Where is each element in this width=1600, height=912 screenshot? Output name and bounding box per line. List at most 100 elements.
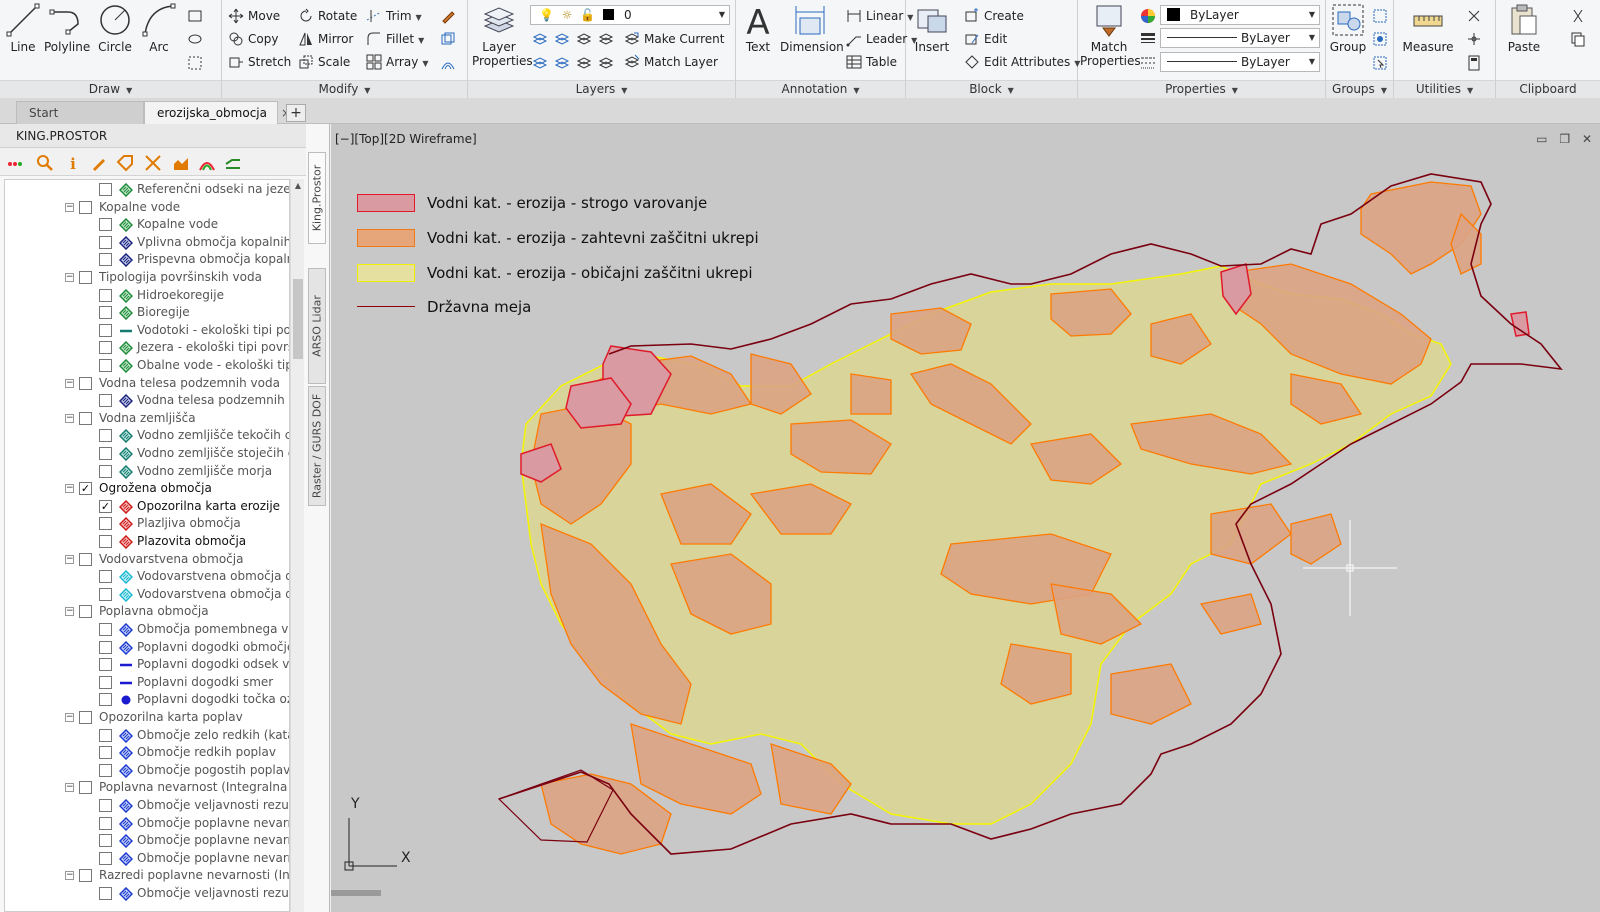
layer-checkbox[interactable] [99,658,112,672]
tree-layer[interactable]: Plazovita območja [5,533,289,551]
profile-icon[interactable] [224,154,242,172]
layer-checkbox[interactable] [99,183,112,196]
match-properties-button[interactable]: Match Properties [1080,2,1141,68]
layer-checkbox[interactable] [99,746,112,760]
layer-merge-icon[interactable] [598,55,614,71]
layer-checkbox[interactable] [79,605,92,619]
mirror-button[interactable]: Mirror [298,29,353,49]
tree-layer[interactable]: Območje poplavne nevarnos [5,832,289,850]
tree-group[interactable]: − Tipologija površinskih voda [5,269,289,287]
layer-unisolate-icon[interactable] [554,55,570,71]
tree-layer[interactable]: Območje zelo redkih (katastr [5,727,289,745]
copy-button[interactable]: Copy [228,29,278,49]
erase-icon[interactable] [440,8,456,24]
layers-panel-title[interactable]: Layers ▼ [468,80,735,98]
collapse-icon[interactable]: − [65,413,74,423]
layer-lock-icon[interactable] [598,31,614,47]
layer-checkbox[interactable] [79,200,92,214]
text-button[interactable]: A Text [740,2,776,54]
collapse-icon[interactable]: − [65,713,74,722]
array-button[interactable]: Array ▼ [366,52,428,72]
collapse-icon[interactable]: − [65,554,74,564]
layer-previous-icon[interactable] [532,55,548,71]
layer-checkbox[interactable] [99,429,112,443]
horizontal-scroll-thumb[interactable] [331,890,381,896]
tree-layer[interactable]: Poplavni dogodki smer [5,674,289,692]
rotate-button[interactable]: Rotate [298,6,357,26]
tree-layer[interactable]: Območje veljavnosti rezultat [5,797,289,815]
tree-group[interactable]: − Poplavna območja [5,603,289,621]
layer-checkbox[interactable] [99,517,112,531]
layer-checkbox[interactable] [99,640,112,654]
line-button[interactable]: Line [4,2,42,54]
tab-erozijska-obmocja[interactable]: erozijska_obmocja× [144,101,291,124]
pencil-icon[interactable] [90,154,108,172]
tree-layer[interactable]: Območje redkih poplav [5,744,289,762]
vtab-raster-gurs-dof[interactable]: Raster / GURS DOF [308,386,326,506]
offset-icon[interactable] [440,55,456,71]
tree-layer[interactable]: Bioregije [5,304,289,322]
drawing-viewport[interactable]: [−][Top][2D Wireframe] ▭ ❐ ✕ Y X Vodni k… [331,124,1600,912]
tree-group[interactable]: − Opozorilna karta poplav [5,709,289,727]
layer-freeze-icon[interactable] [576,31,592,47]
copy-clip-icon[interactable] [1570,31,1586,47]
tree-layer[interactable]: Območje pogostih poplav [5,762,289,780]
ungroup-icon[interactable] [1372,8,1388,24]
tree-layer[interactable]: Plazljiva območja [5,515,289,533]
wave-icon[interactable] [198,154,216,172]
tree-group[interactable]: − Vodna zemljišča [5,410,289,428]
layer-checkbox[interactable] [99,587,112,601]
tree-layer[interactable]: Jezera - ekološki tipi površins [5,339,289,357]
layer-checkbox[interactable] [99,816,112,830]
tree-layer[interactable]: Poplavni dogodki odsek vod [5,656,289,674]
tree-layer[interactable]: Referenčni odseki na jezerih [5,181,289,199]
group-button[interactable]: Group [1328,2,1368,54]
tree-layer[interactable]: Vodno zemljišče tekočih celin [5,427,289,445]
layer-off-icon[interactable] [554,31,570,47]
arc-button[interactable]: Arc [141,2,177,54]
group-select-icon[interactable] [1372,55,1388,71]
layer-checkbox[interactable] [99,799,112,812]
groups-panel-title[interactable]: Groups ▼ [1326,80,1393,98]
layer-dropdown[interactable]: 💡 ☼ 🔓 0 ▼ [530,5,730,25]
scroll-up-icon[interactable]: ▲ [291,179,305,193]
chart-icon[interactable] [172,154,190,172]
tree-layer[interactable]: Vodna telesa podzemnih vod [5,392,289,410]
color-dropdown[interactable]: ByLayer ▼ [1160,5,1320,25]
tree-layer[interactable]: Območje veljavnosti rezultat [5,885,289,903]
tree-layer[interactable]: Poplavni dogodki območje [5,639,289,657]
layer-checkbox[interactable]: ✓ [99,499,112,513]
linear-button[interactable]: Linear ▼ [846,6,913,26]
annotation-panel-title[interactable]: Annotation ▼ [736,80,905,98]
scroll-thumb[interactable] [293,279,303,359]
draw-panel-title[interactable]: Draw ▼ [0,80,221,98]
layer-checkbox[interactable] [99,763,112,777]
quick-select-icon[interactable] [1466,8,1482,24]
search-icon[interactable] [36,154,54,172]
layer-checkbox[interactable] [99,851,112,865]
layer-checkbox[interactable] [99,394,112,408]
layer-checkbox[interactable] [99,535,112,548]
create-block-button[interactable]: Create [964,6,1024,26]
collapse-icon[interactable]: − [65,202,74,212]
explode-icon[interactable] [440,31,456,47]
layer-checkbox[interactable] [99,306,112,320]
tree-layer[interactable]: Vodovarstvena območja dolo [5,568,289,586]
vtab-king-prostor[interactable]: King.Prostor [308,152,326,244]
insert-button[interactable]: Insert [912,2,952,54]
scale-button[interactable]: Scale [298,52,350,72]
layer-isolate-icon[interactable] [532,31,548,47]
edit-attributes-button[interactable]: Edit Attributes ▼ [964,52,1080,72]
dots-icon[interactable] [6,154,24,172]
layer-checkbox[interactable] [99,675,112,689]
tree-group[interactable]: − Razredi poplavne nevarnosti (Inte [5,867,289,885]
layer-checkbox[interactable] [79,781,92,795]
tree-layer[interactable]: Območje poplavne nevarnost [5,815,289,833]
collapse-icon[interactable]: − [65,783,74,793]
layer-checkbox[interactable] [99,887,112,900]
hatch-icon[interactable] [187,31,203,47]
tree-layer[interactable]: Poplavni dogodki točka oz. m [5,691,289,709]
tree-layer[interactable]: Vodotoki - ekološki tipi površ [5,322,289,340]
fillet-button[interactable]: Fillet ▼ [366,29,424,49]
edit-block-button[interactable]: Edit [964,29,1007,49]
